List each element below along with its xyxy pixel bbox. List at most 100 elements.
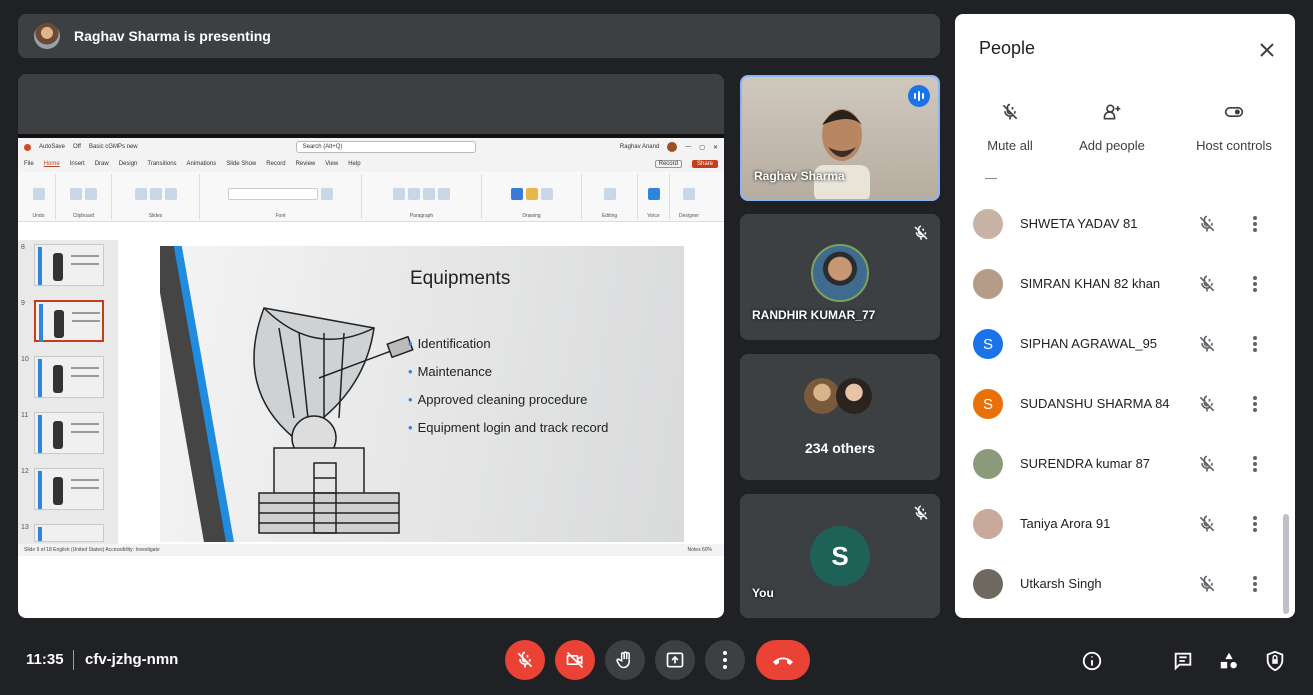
- slide-thumb: [34, 244, 104, 286]
- ppt-search: Search (Alt+Q): [295, 141, 476, 153]
- participant-avatar: S: [973, 389, 1003, 419]
- participant-row[interactable]: Taniya Arora 91: [955, 494, 1295, 554]
- mic-off-icon[interactable]: [1197, 454, 1217, 474]
- ribbon-font: Font: [200, 174, 362, 219]
- divider: [985, 178, 997, 179]
- slide-title: Equipments: [410, 268, 511, 289]
- meeting-info-icon[interactable]: [1081, 650, 1103, 672]
- more-options-icon[interactable]: [1251, 214, 1259, 234]
- chat-icon[interactable]: [1172, 650, 1194, 672]
- host-controls-button[interactable]: Host controls: [1179, 102, 1289, 153]
- presenter-video: [814, 109, 870, 199]
- tile-presenter[interactable]: Raghav Sharma: [740, 75, 940, 201]
- shared-screen[interactable]: AutoSave Off Basic cGMPs new Search (Alt…: [18, 74, 724, 618]
- mic-off-icon[interactable]: [1197, 394, 1217, 414]
- menu-home: Home: [43, 161, 60, 167]
- present-screen-icon: [666, 652, 684, 668]
- others-avatar: [804, 378, 840, 414]
- participant-row[interactable]: SHWETA YADAV 81: [955, 194, 1295, 254]
- slide-thumb: [34, 356, 104, 398]
- ppt-status-left: Slide 9 of 18 English (United States) Ac…: [24, 547, 160, 553]
- close-panel-icon[interactable]: [1255, 38, 1279, 62]
- more-options-icon[interactable]: [1251, 394, 1259, 414]
- mute-all-label: Mute all: [987, 138, 1033, 153]
- participant-avatar: [973, 269, 1003, 299]
- raise-hand-button[interactable]: [605, 640, 645, 680]
- others-count: 234 others: [804, 440, 876, 456]
- participant-row[interactable]: S SUDANSHU SHARMA 84: [955, 374, 1295, 434]
- tile-self[interactable]: S You: [740, 494, 940, 618]
- ppt-share-button: Share: [691, 160, 718, 168]
- thumb-number: 8: [21, 244, 25, 251]
- ribbon-slides: Slides: [112, 174, 200, 219]
- mic-off-icon[interactable]: [1197, 514, 1217, 534]
- host-controls-shield-icon[interactable]: [1264, 650, 1286, 672]
- mic-off-icon[interactable]: [1197, 574, 1217, 594]
- mic-off-icon[interactable]: [1197, 334, 1217, 354]
- mute-all-button[interactable]: Mute all: [955, 102, 1065, 153]
- participant-avatar: S: [973, 329, 1003, 359]
- add-people-button[interactable]: Add people: [1057, 102, 1167, 153]
- present-button[interactable]: [655, 640, 695, 680]
- microphone-button[interactable]: [505, 640, 545, 680]
- menu-slide-show: Slide Show: [226, 161, 257, 167]
- add-people-label: Add people: [1079, 138, 1145, 153]
- participant-avatar: [973, 209, 1003, 239]
- meeting-time: 11:35: [26, 651, 64, 668]
- others-avatar: [836, 378, 872, 414]
- host-controls-label: Host controls: [1196, 138, 1272, 153]
- ppt-statusbar: Slide 9 of 18 English (United States) Ac…: [18, 544, 724, 556]
- mic-off-icon[interactable]: [1197, 274, 1217, 294]
- menu-design: Design: [118, 161, 138, 167]
- ribbon-voice: Voice: [638, 174, 670, 219]
- thumb-number: 12: [21, 468, 29, 475]
- mic-off-icon: [1002, 103, 1018, 120]
- participant-name: SHWETA YADAV 81: [1020, 216, 1138, 231]
- more-options-icon[interactable]: [1251, 514, 1259, 534]
- menu-file: File: [24, 161, 34, 167]
- participant-avatar: [811, 244, 869, 302]
- leave-call-button[interactable]: [756, 640, 810, 680]
- hang-up-icon: [773, 657, 793, 665]
- tile-participant[interactable]: RANDHIR KUMAR_77: [740, 214, 940, 340]
- more-options-icon[interactable]: [1251, 274, 1259, 294]
- camera-button[interactable]: [555, 640, 595, 680]
- people-scrollbar[interactable]: [1283, 514, 1289, 614]
- slide-thumb-selected: [34, 300, 104, 342]
- participant-row[interactable]: S SIPHAN AGRAWAL_95: [955, 314, 1295, 374]
- ppt-status-right: Notes 60%: [687, 547, 712, 553]
- activities-icon[interactable]: [1218, 650, 1240, 672]
- minimize-icon: —: [685, 144, 692, 150]
- add-person-icon: [1103, 104, 1121, 120]
- file-name: Basic cGMPs new: [88, 144, 138, 150]
- participant-name: SIPHAN AGRAWAL_95: [1020, 336, 1158, 351]
- participant-name: SURENDRA kumar 87: [1020, 456, 1151, 471]
- self-initial: S: [831, 540, 849, 571]
- ribbon-drawing: Drawing: [482, 174, 582, 219]
- more-options-button[interactable]: [705, 640, 745, 680]
- mic-off-icon[interactable]: [1197, 214, 1217, 234]
- participant-name: Taniya Arora 91: [1020, 516, 1111, 531]
- divider: [73, 650, 74, 670]
- slide-thumb: [34, 412, 104, 454]
- tile-others[interactable]: 234 others: [740, 354, 940, 480]
- participant-row[interactable]: Utkarsh Singh: [955, 554, 1295, 614]
- more-vert-icon: [723, 651, 727, 669]
- close-icon: ✕: [712, 144, 718, 151]
- hand-icon: [616, 651, 630, 669]
- menu-help: Help: [348, 161, 361, 167]
- more-options-icon[interactable]: [1251, 334, 1259, 354]
- satellite-dish-illustration: [253, 307, 414, 534]
- participant-row[interactable]: SIMRAN KHAN 82 khan: [955, 254, 1295, 314]
- speaking-indicator-icon: [908, 85, 930, 107]
- participant-name: Utkarsh Singh: [1020, 576, 1102, 591]
- more-options-icon[interactable]: [1251, 454, 1259, 474]
- more-options-icon[interactable]: [1251, 574, 1259, 594]
- maximize-icon: ▢: [699, 144, 705, 151]
- thumb-number: 13: [21, 524, 29, 531]
- ribbon-paragraph: Paragraph: [362, 174, 482, 219]
- autosave-toggle: Off: [73, 144, 81, 150]
- menu-transitions: Transitions: [147, 161, 177, 167]
- mic-off-icon: [517, 651, 533, 668]
- participant-row[interactable]: SURENDRA kumar 87: [955, 434, 1295, 494]
